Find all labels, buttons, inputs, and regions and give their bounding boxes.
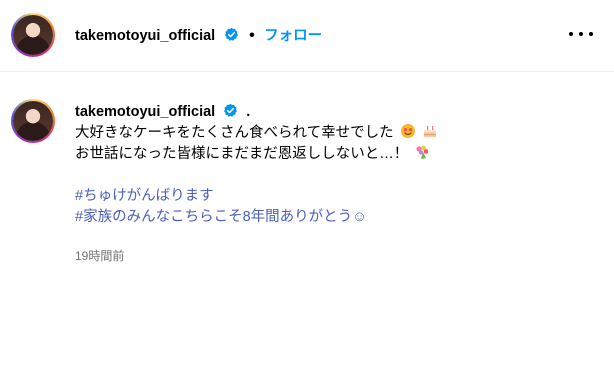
cake-emoji-icon [423, 126, 436, 137]
caption-user-line: takemotoyui_official . [75, 102, 595, 123]
hashtag-link-1[interactable]: #ちゅけがんばります [75, 188, 214, 204]
smiling-face-emoji-icon [400, 124, 415, 138]
caption-avatar[interactable] [11, 99, 55, 143]
hashtag-line-1: #ちゅけがんばります [75, 186, 595, 207]
verified-badge-icon [224, 27, 238, 41]
caption-separator: . [246, 104, 251, 120]
verified-badge-icon [224, 103, 238, 117]
caption-line-2: お世話になった皆様にまだまだ恩返ししないと…！ [75, 144, 595, 165]
header-username[interactable]: takemotoyui_official [75, 28, 215, 44]
post-timestamp[interactable]: 19時間前 [75, 247, 124, 264]
caption-text-2: お世話になった皆様にまだまだ恩返ししないと…！ [75, 146, 409, 162]
profile-avatar[interactable] [11, 13, 55, 57]
bouquet-emoji-icon [416, 145, 429, 159]
post-header: takemotoyui_official • フォロー [0, 0, 614, 72]
follow-button[interactable]: フォロー [264, 28, 322, 44]
caption-line-1: 大好きなケーキをたくさん食べられて幸せでした [75, 123, 595, 144]
caption-username[interactable]: takemotoyui_official [75, 104, 215, 120]
header-user-info: takemotoyui_official • フォロー [75, 24, 322, 45]
caption-body: takemotoyui_official . 大好きなケーキをたくさん食べられて… [75, 102, 595, 228]
header-separator: • [249, 27, 255, 44]
caption-text-1: 大好きなケーキをたくさん食べられて幸せでした [75, 125, 394, 141]
more-options-icon[interactable] [569, 26, 593, 42]
hashtag-link-2[interactable]: #家族のみんなこちらこそ8年間ありがとう☺ [75, 209, 367, 225]
hashtag-line-2: #家族のみんなこちらこそ8年間ありがとう☺ [75, 207, 595, 228]
